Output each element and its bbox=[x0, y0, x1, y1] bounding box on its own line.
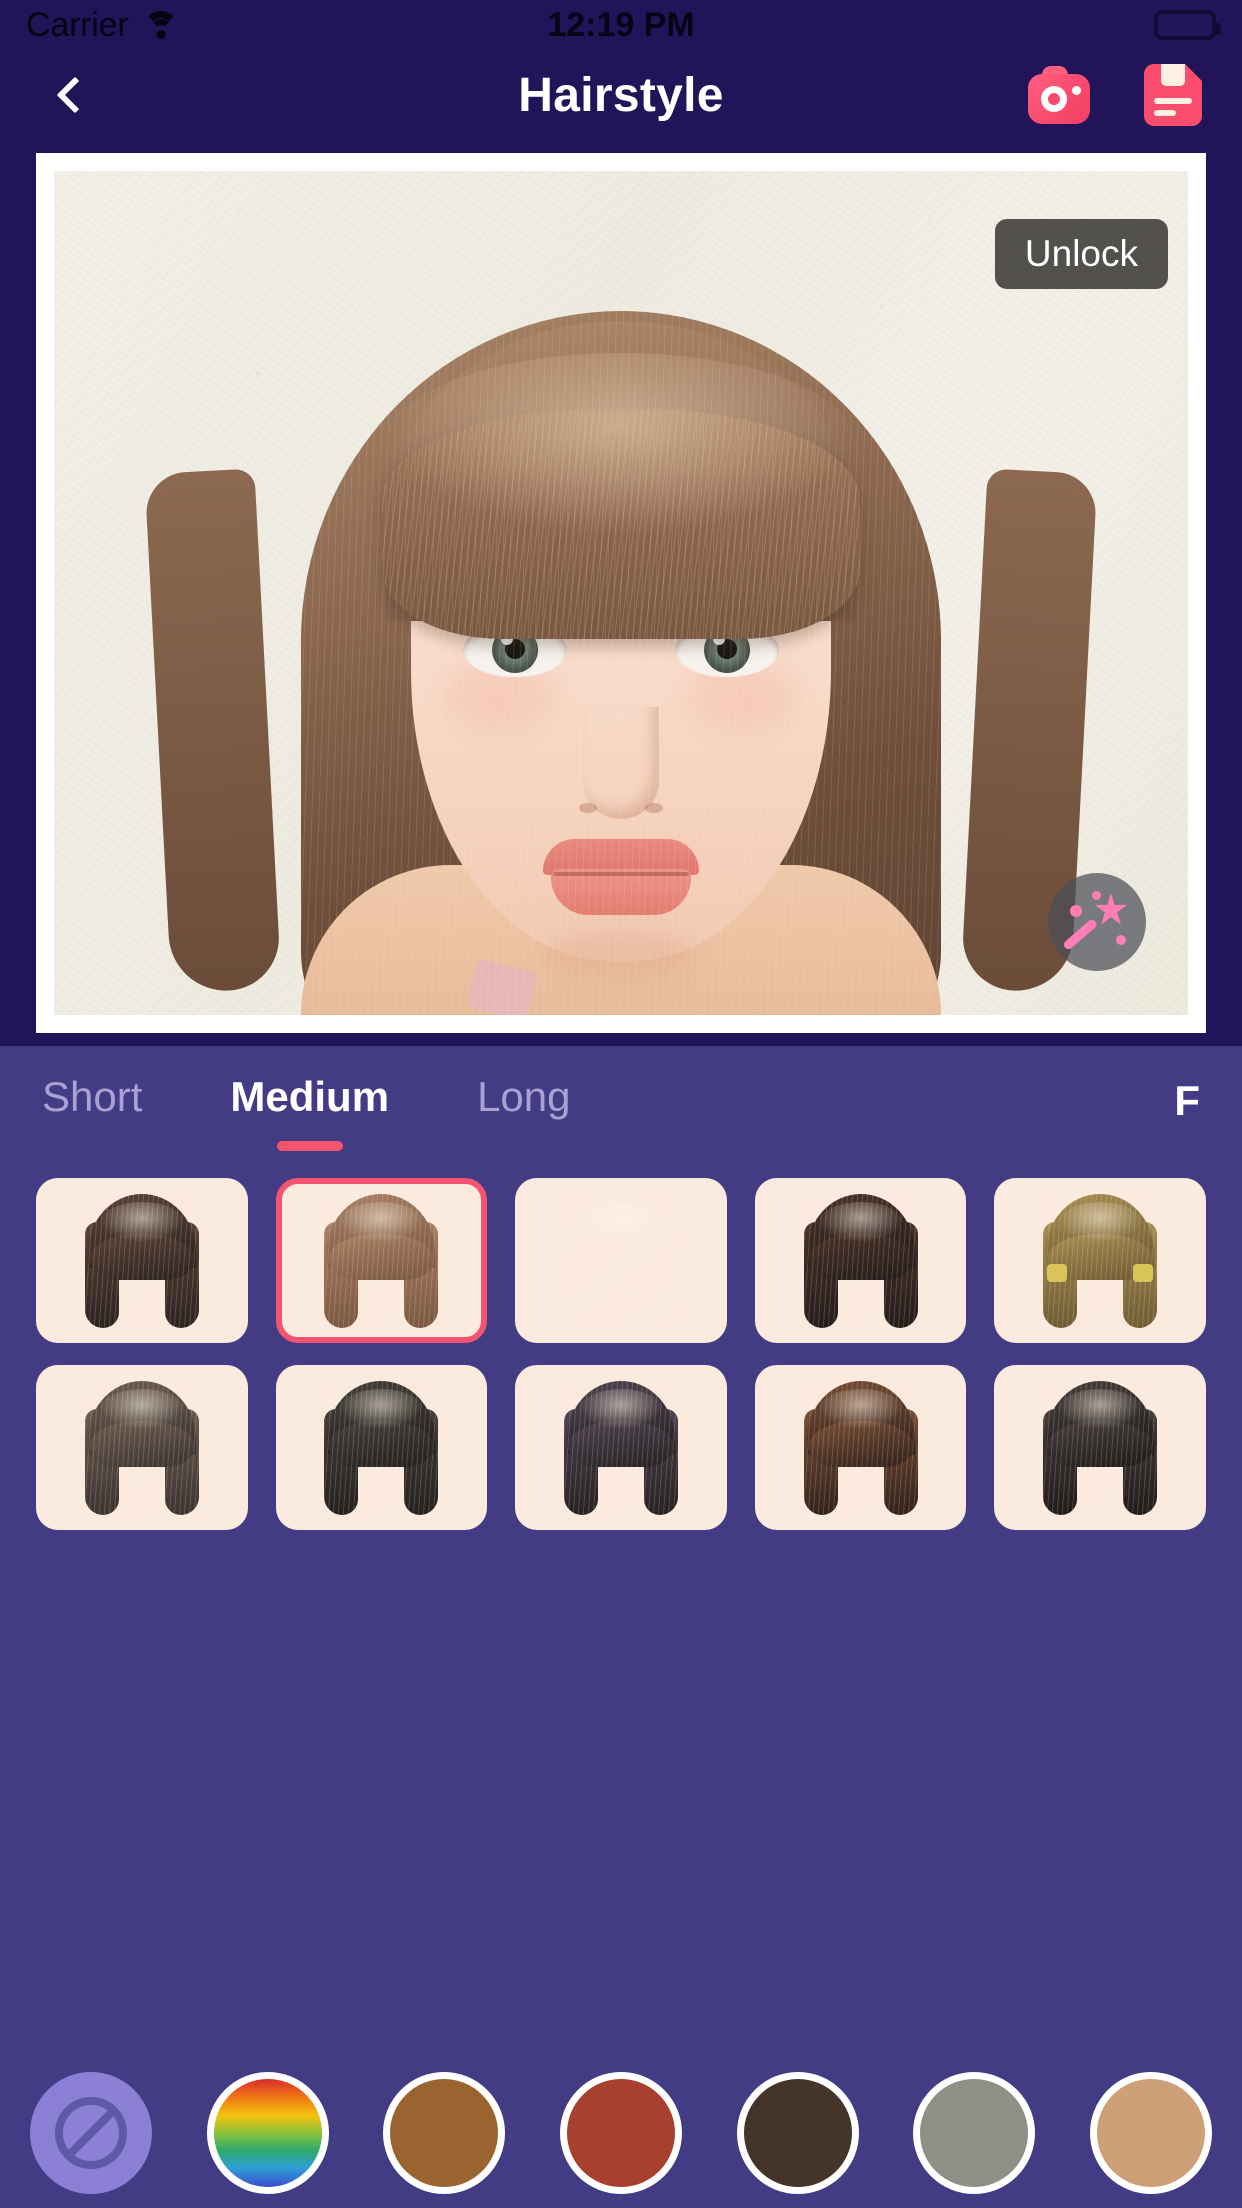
hairstyle-thumb-2[interactable] bbox=[275, 1178, 488, 1343]
color-swatch-none[interactable] bbox=[30, 2072, 152, 2194]
hairstyle-thumb-6[interactable] bbox=[36, 1365, 248, 1530]
back-button[interactable] bbox=[40, 60, 110, 130]
hairstyle-thumb-4[interactable] bbox=[754, 1178, 967, 1343]
magic-wand-icon bbox=[1062, 891, 1128, 953]
hairstyle-grid bbox=[0, 1156, 1242, 1530]
hairstyle-thumb-3[interactable] bbox=[515, 1178, 727, 1343]
photo-canvas[interactable]: Unlock bbox=[54, 171, 1188, 1015]
photo-frame: Unlock bbox=[36, 153, 1206, 1033]
hairstyle-thumb-8[interactable] bbox=[515, 1365, 727, 1530]
hairstyle-thumb-image bbox=[561, 1194, 680, 1332]
color-swatch-brick-red[interactable] bbox=[559, 2072, 682, 2194]
color-swatch-sage-gray[interactable] bbox=[913, 2072, 1036, 2194]
hairstyle-picker-panel: Short Medium Long F bbox=[0, 1046, 1242, 2208]
nav-actions bbox=[1028, 64, 1202, 126]
hairstyle-thumb-7[interactable] bbox=[275, 1365, 488, 1530]
battery-icon bbox=[1154, 10, 1221, 40]
portrait-image bbox=[54, 171, 1188, 1015]
hairstyle-thumb-image bbox=[561, 1381, 680, 1519]
color-swatch-dark-brown[interactable] bbox=[736, 2072, 859, 2194]
chevron-left-icon bbox=[56, 76, 94, 114]
color-swatch-caramel-brown[interactable] bbox=[383, 2072, 506, 2194]
hair-side-lock-left bbox=[144, 468, 282, 994]
photo-stage: Unlock bbox=[0, 140, 1242, 1046]
tab-short[interactable]: Short bbox=[42, 1073, 142, 1129]
hairstyle-thumb-10[interactable] bbox=[994, 1365, 1206, 1530]
hairstyle-thumb-image bbox=[82, 1381, 201, 1519]
tab-more[interactable]: F bbox=[1174, 1077, 1200, 1125]
nav-bar: Hairstyle bbox=[0, 50, 1242, 140]
hairstyle-thumb-image bbox=[322, 1381, 441, 1519]
magic-wand-button[interactable] bbox=[1048, 873, 1146, 971]
status-bar: Carrier 12:19 PM bbox=[0, 0, 1242, 50]
length-tab-bar: Short Medium Long F bbox=[0, 1046, 1242, 1156]
hairstyle-thumb-image bbox=[322, 1194, 441, 1332]
no-color-icon bbox=[55, 2097, 127, 2169]
hairstyle-thumb-image bbox=[801, 1381, 920, 1519]
tab-medium[interactable]: Medium bbox=[230, 1073, 389, 1129]
status-bar-right bbox=[1154, 10, 1221, 40]
hairstyle-thumb-image bbox=[1041, 1194, 1160, 1332]
unlock-button[interactable]: Unlock bbox=[994, 219, 1168, 289]
hair-color-swatch-row bbox=[0, 2058, 1242, 2208]
hairstyle-thumb-image bbox=[82, 1194, 201, 1332]
camera-icon[interactable] bbox=[1028, 66, 1090, 124]
hairstyle-thumb-image bbox=[1041, 1381, 1160, 1519]
color-swatch-rainbow[interactable] bbox=[206, 2072, 329, 2194]
status-bar-clock: 12:19 PM bbox=[547, 5, 695, 44]
hairstyle-thumb-image bbox=[801, 1194, 920, 1332]
hairstyle-thumb-5[interactable] bbox=[994, 1178, 1206, 1343]
save-document-icon[interactable] bbox=[1144, 64, 1202, 126]
hair-strand-texture bbox=[301, 311, 941, 1015]
hairstyle-thumb-1[interactable] bbox=[36, 1178, 248, 1343]
hairstyle-thumb-9[interactable] bbox=[754, 1365, 967, 1530]
color-swatch-tan[interactable] bbox=[1089, 2072, 1212, 2194]
tab-long[interactable]: Long bbox=[477, 1073, 570, 1129]
